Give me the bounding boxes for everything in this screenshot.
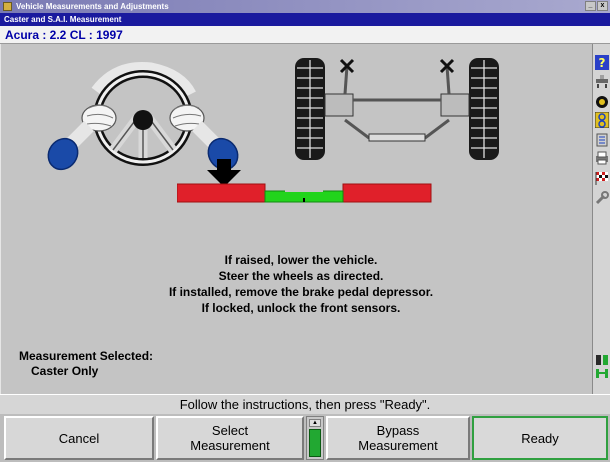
app-icon [3,2,12,11]
vehicle-lift-icon[interactable] [594,74,610,90]
instruction-line: If installed, remove the brake pedal dep… [168,285,434,299]
instruction-text: If raised, lower the vehicle. Steer the … [131,252,471,316]
caster-icon[interactable] [594,132,610,148]
main-panel: If raised, lower the vehicle. Steer the … [0,44,592,394]
measurement-selected-value: Caster Only [31,364,99,378]
bypass-button-label-line1: Bypass [376,423,420,438]
select-measurement-button[interactable]: Select Measurement [156,416,304,460]
bypass-measurement-button[interactable]: Bypass Measurement [326,416,470,460]
front-axle-illustration [295,58,499,160]
cancel-button-label: Cancel [58,430,100,446]
select-button-label-line1: Select [211,423,249,438]
scroll-thumb[interactable] [309,429,321,457]
dialog-title: Caster and S.A.I. Measurement [0,13,610,26]
wheel-sensor-icon[interactable] [594,112,610,128]
bypass-button-label-line2: Measurement [358,438,438,453]
status-message: Follow the instructions, then press "Rea… [0,394,610,414]
tire-icon[interactable] [594,94,610,110]
printer-icon[interactable] [594,150,610,166]
ready-button[interactable]: Ready [472,416,608,460]
measurement-scroll[interactable]: ▲ [306,416,324,460]
instruction-line: Steer the wheels as directed. [218,269,384,283]
ready-button-label: Ready [521,430,559,446]
minimize-button[interactable]: _ [585,1,596,11]
cancel-button[interactable]: Cancel [4,416,154,460]
right-toolbar: ? [592,44,610,394]
instruction-line: If raised, lower the vehicle. [224,253,378,267]
measurement-selected-label: Measurement Selected: [19,349,154,363]
close-button[interactable]: x [597,1,608,11]
vehicle-name: Acura : 2.2 CL : 1997 [0,26,610,44]
help-icon[interactable]: ? [594,54,610,70]
steering-indicator [177,183,432,203]
checkered-flag-icon[interactable] [594,170,610,186]
function-button-bar: Cancel Select Measurement ▲ Bypass Measu… [0,414,610,462]
svg-text:?: ? [599,56,606,70]
window-title: Vehicle Measurements and Adjustments [16,2,169,11]
window-title-bar: Vehicle Measurements and Adjustments _ x [0,0,610,13]
wrench-icon[interactable] [594,190,610,206]
scroll-up-arrow-icon[interactable]: ▲ [309,419,321,427]
select-button-label-line2: Measurement [190,438,270,453]
instruction-line: If locked, unlock the front sensors. [201,301,401,315]
sensor-status-icon [594,355,610,378]
